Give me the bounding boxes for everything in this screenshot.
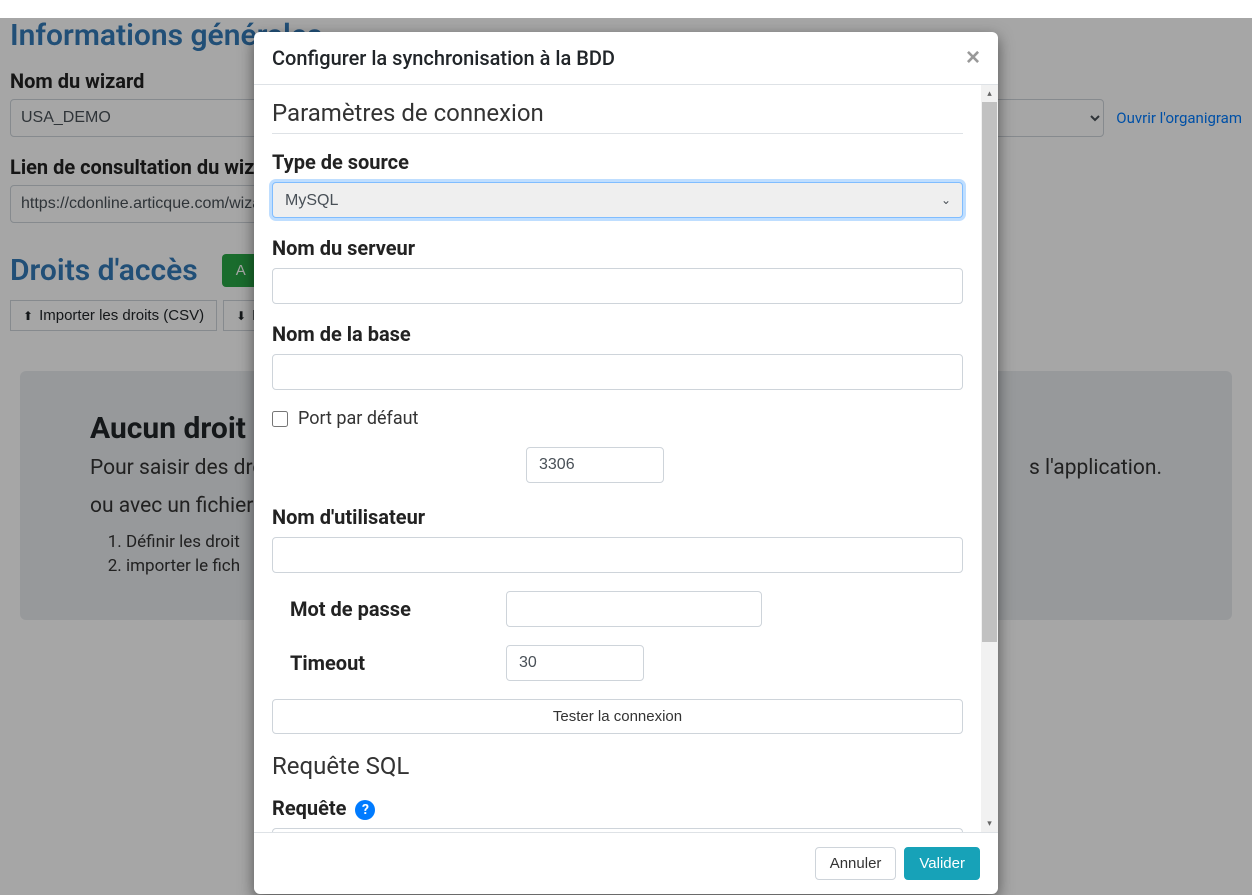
modal-header: Configurer la synchronisation à la BDD × — [254, 32, 998, 85]
timeout-label: Timeout — [272, 651, 506, 675]
scroll-thumb[interactable] — [982, 102, 997, 642]
modal-body: Paramètres de connexion Type de source M… — [254, 85, 981, 832]
close-icon[interactable]: × — [966, 46, 980, 70]
username-label: Nom d'utilisateur — [272, 505, 963, 529]
cancel-button[interactable]: Annuler — [815, 847, 897, 880]
source-type-select[interactable]: MySQL — [272, 182, 963, 218]
sync-db-modal: Configurer la synchronisation à la BDD ×… — [254, 32, 998, 894]
query-label: Requête ? — [272, 796, 963, 820]
db-name-label: Nom de la base — [272, 322, 963, 346]
modal-scrollbar[interactable]: ▴ ▾ — [981, 85, 998, 832]
modal-title: Configurer la synchronisation à la BDD — [272, 46, 615, 70]
scroll-down-icon[interactable]: ▾ — [981, 815, 998, 832]
default-port-checkbox[interactable] — [272, 411, 288, 427]
default-port-label: Port par défaut — [298, 408, 418, 429]
db-name-input[interactable] — [272, 354, 963, 390]
scroll-up-icon[interactable]: ▴ — [981, 85, 998, 102]
username-input[interactable] — [272, 537, 963, 573]
help-icon[interactable]: ? — [355, 800, 375, 820]
modal-footer: Annuler Valider — [254, 832, 998, 894]
timeout-input[interactable] — [506, 645, 644, 681]
server-name-input[interactable] — [272, 268, 963, 304]
password-label: Mot de passe — [272, 597, 506, 621]
validate-button[interactable]: Valider — [904, 847, 980, 880]
port-input[interactable] — [526, 447, 664, 483]
source-type-label: Type de source — [272, 150, 963, 174]
test-connection-button[interactable]: Tester la connexion — [272, 699, 963, 734]
connection-params-heading: Paramètres de connexion — [272, 99, 963, 134]
sql-query-heading: Requête SQL — [272, 752, 963, 786]
server-name-label: Nom du serveur — [272, 236, 963, 260]
password-input[interactable] — [506, 591, 762, 627]
